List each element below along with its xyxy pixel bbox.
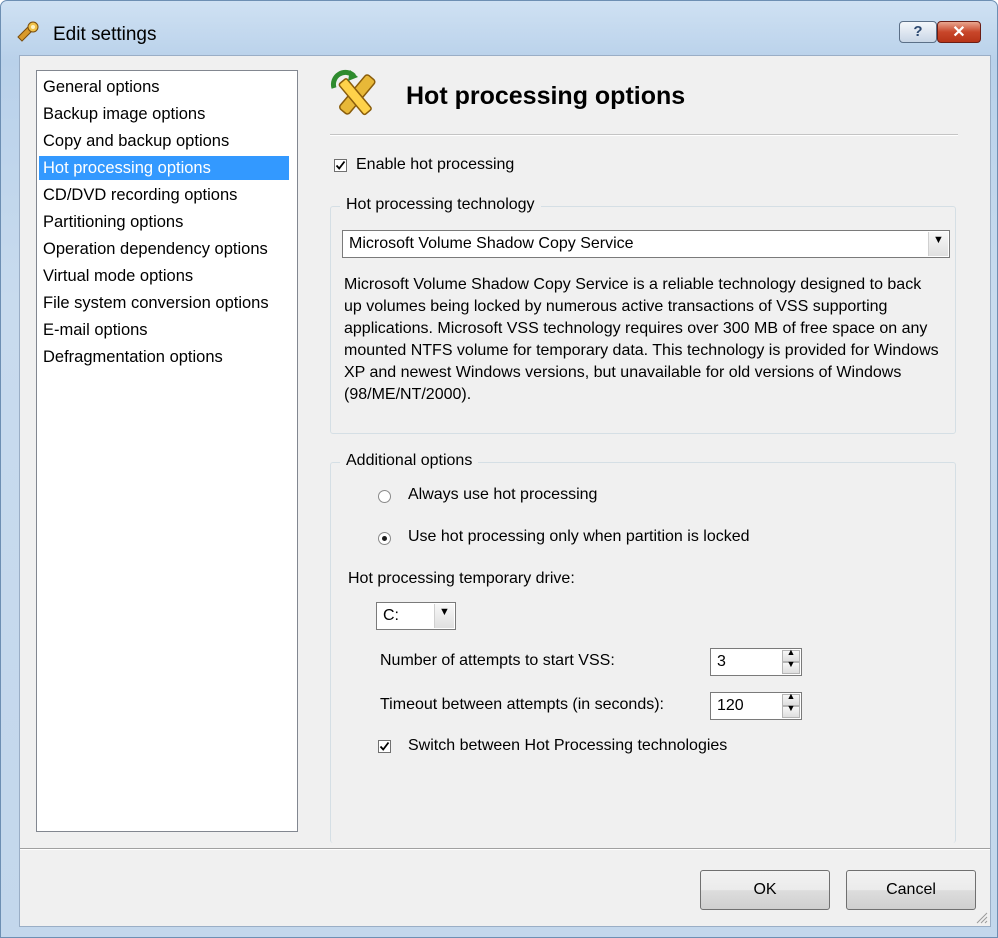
technology-group-title: Hot processing technology [340, 196, 541, 214]
timeout-label: Timeout between attempts (in seconds): [380, 696, 664, 713]
nav-item-fs-conversion[interactable]: File system conversion options [39, 291, 289, 315]
technology-select-dropdown-button[interactable]: ▼ [928, 232, 948, 256]
arrow-down-icon: ▼ [786, 703, 796, 713]
checkmark-icon [335, 160, 346, 170]
arrow-up-icon: ▲ [786, 647, 796, 657]
nav-item-operation-dependency[interactable]: Operation dependency options [39, 237, 289, 261]
temp-drive-dropdown-button[interactable]: ▼ [434, 604, 454, 628]
header-divider [330, 134, 958, 136]
page-title: Hot processing options [406, 82, 686, 110]
locked-only-label[interactable]: Use hot processing only when partition i… [408, 528, 750, 546]
temp-drive-label: Hot processing temporary drive: [348, 570, 575, 587]
temp-drive-value: C: [383, 607, 399, 624]
always-hot-processing-radio[interactable] [378, 490, 391, 503]
nav-item-cd-dvd[interactable]: CD/DVD recording options [39, 183, 289, 207]
window-title: Edit settings [53, 24, 157, 45]
nav-item-email[interactable]: E-mail options [39, 318, 289, 342]
checkmark-icon [379, 741, 390, 751]
radio-dot [382, 536, 387, 541]
enable-hot-processing-checkbox[interactable] [334, 159, 347, 172]
enable-hot-processing-label[interactable]: Enable hot processing [356, 156, 514, 174]
timeout-spinner[interactable]: 120 ▲ ▼ [710, 691, 802, 720]
timeout-decrement-button[interactable]: ▼ [782, 703, 800, 718]
attempts-value[interactable]: 3 [717, 653, 726, 671]
switch-technologies-label[interactable]: Switch between Hot Processing technologi… [408, 737, 727, 755]
nav-item-defragmentation[interactable]: Defragmentation options [39, 345, 289, 369]
ok-button[interactable]: OK [700, 870, 830, 910]
edit-settings-window: Edit settings ? ✕ General options Backup… [0, 0, 998, 938]
timeout-spin-buttons: ▲ ▼ [782, 691, 800, 718]
arrow-down-icon: ▼ [786, 659, 796, 669]
nav-item-copy-backup[interactable]: Copy and backup options [39, 129, 289, 153]
arrow-up-icon: ▲ [786, 691, 796, 701]
nav-item-general[interactable]: General options [39, 75, 289, 99]
nav-item-backup-image[interactable]: Backup image options [39, 102, 289, 126]
attempts-label: Number of attempts to start VSS: [380, 652, 615, 669]
technology-description: Microsoft Volume Shadow Copy Service is … [344, 276, 939, 403]
nav-item-partitioning[interactable]: Partitioning options [39, 210, 289, 234]
footer-divider [20, 848, 990, 850]
technology-select-value: Microsoft Volume Shadow Copy Service [349, 235, 634, 252]
temp-drive-select[interactable]: C: ▼ [376, 602, 456, 630]
technology-select[interactable]: Microsoft Volume Shadow Copy Service ▼ [342, 230, 950, 258]
help-icon: ? [913, 23, 923, 40]
resize-grip-icon[interactable] [974, 910, 988, 924]
title-bar[interactable]: Edit settings ? ✕ [1, 1, 997, 63]
attempts-spinner[interactable]: 3 ▲ ▼ [710, 647, 802, 676]
nav-item-hot-processing[interactable]: Hot processing options [39, 156, 289, 180]
close-button[interactable]: ✕ [937, 21, 981, 43]
always-hot-processing-label[interactable]: Always use hot processing [408, 486, 597, 504]
switch-technologies-checkbox[interactable] [378, 740, 391, 753]
close-icon: ✕ [952, 24, 966, 41]
timeout-value[interactable]: 120 [717, 697, 744, 715]
chevron-down-icon: ▼ [933, 234, 944, 246]
help-button[interactable]: ? [899, 21, 937, 43]
attempts-decrement-button[interactable]: ▼ [782, 659, 800, 674]
nav-item-virtual-mode[interactable]: Virtual mode options [39, 264, 289, 288]
attempts-spin-buttons: ▲ ▼ [782, 647, 800, 674]
dialog-client-area: General options Backup image options Cop… [19, 55, 991, 927]
cancel-button[interactable]: Cancel [846, 870, 976, 910]
settings-app-icon [17, 21, 39, 42]
tools-wrench-pencil-icon [330, 69, 376, 116]
chevron-down-icon: ▼ [439, 606, 450, 618]
additional-options-title: Additional options [340, 452, 479, 470]
options-category-list[interactable]: General options Backup image options Cop… [36, 70, 298, 832]
locked-only-radio[interactable] [378, 532, 391, 545]
